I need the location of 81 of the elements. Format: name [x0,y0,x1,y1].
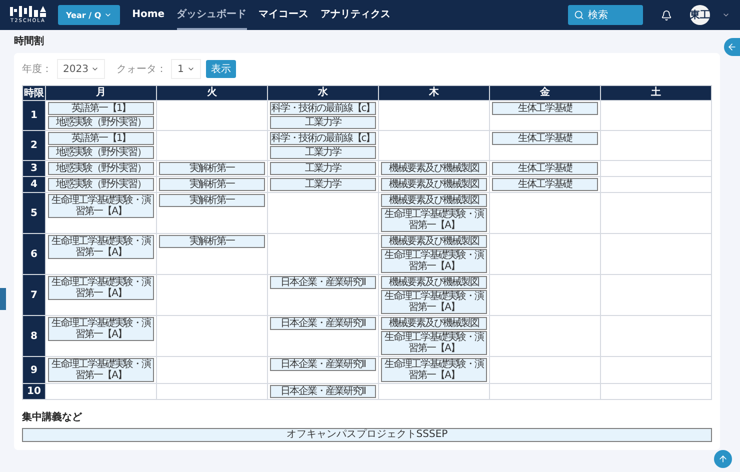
chevron-icon [91,65,100,73]
course-block[interactable]: 地惑実験（野外実習） [48,116,154,129]
course-block[interactable]: 機械要素及び機械製図 [381,235,487,248]
period-number: 5 [22,192,46,234]
course-block[interactable]: 生体工学基礎 [492,178,598,191]
year-select[interactable]: 2023 [57,59,106,79]
quarter-label: クォータ： [116,63,166,76]
course-block[interactable]: 生命理工学基礎実験・演習第一【A】 [381,290,487,314]
day-header: 火 [156,86,268,100]
course-block[interactable]: 日本企業・産業研究Ⅱ [270,276,376,289]
search-icon [574,10,584,20]
day-header: 土 [600,86,712,100]
collapse-panel-button[interactable] [724,38,740,56]
course-block[interactable]: 生命理工学基礎実験・演習第一【A】 [381,208,487,232]
course-block[interactable]: 日本企業・産業研究Ⅱ [270,385,376,398]
period-number: 1 [22,100,46,130]
period-number: 8 [22,316,46,356]
course-block[interactable]: 工業力学 [270,162,376,175]
user-avatar[interactable]: 東工 [690,5,710,25]
nav-link[interactable]: アナリティクス [320,0,391,30]
course-block[interactable]: 機械要素及び機械製図 [381,162,487,175]
period-number: 6 [22,234,46,274]
arrow-left-icon [727,42,737,52]
day-header: 金 [490,86,600,100]
course-block[interactable]: 生命理工学基礎実験・演習第一【A】 [48,194,154,218]
course-block[interactable]: 英語第一【1】 [48,132,154,145]
day-header: 木 [378,86,490,100]
course-block[interactable]: 英語第一【1】 [48,102,154,115]
course-block[interactable]: 実解析第一 [159,178,265,191]
day-header: 月 [46,86,156,100]
course-block[interactable]: 機械要素及び機械製図 [381,178,487,191]
course-block[interactable]: 実解析第一 [159,235,265,248]
arrow-up-icon [718,454,728,464]
course-block[interactable]: 生命理工学基礎実験・演習第一【A】 [48,235,154,259]
course-block[interactable]: オフキャンパスプロジェクトSSSEP [22,428,712,442]
chevron-icon [186,65,195,73]
period-number: 9 [22,356,46,384]
period-header: 時限 [22,86,46,100]
period-number: 4 [22,176,46,192]
course-block[interactable]: 生命理工学基礎実験・演習第一【A】 [381,249,487,273]
course-block[interactable]: 生命理工学基礎実験・演習第一【A】 [381,358,487,382]
nav-link[interactable]: Home [132,0,165,30]
course-block[interactable]: 生命理工学基礎実験・演習第一【A】 [48,317,154,341]
year-label: 年度： [22,62,52,76]
course-block[interactable]: 地惑実験（野外実習） [48,146,154,159]
chevron-icon[interactable] [722,11,730,19]
course-block[interactable]: 実解析第一 [159,162,265,175]
course-block[interactable]: 生命理工学基礎実験・演習第一【A】 [48,276,154,300]
section-title: 集中講義など [22,410,83,424]
course-block[interactable]: 機械要素及び機械製図 [381,194,487,207]
period-number: 3 [22,160,46,176]
nav-link[interactable]: マイコース [258,0,309,30]
course-block[interactable]: 日本企業・産業研究Ⅱ [270,317,376,330]
sidebar-handle[interactable] [0,288,6,310]
course-block[interactable]: 生命理工学基礎実験・演習第一【A】 [48,358,154,382]
chevron-icon [104,11,112,19]
course-block[interactable]: 実解析第一 [159,194,265,207]
course-block[interactable]: 生体工学基礎 [492,162,598,175]
course-block[interactable]: 機械要素及び機械製図 [381,317,487,330]
course-block[interactable]: 生体工学基礎 [492,132,598,145]
course-block[interactable]: 生体工学基礎 [492,102,598,115]
course-block[interactable]: 工業力学 [270,116,376,129]
course-block[interactable]: 地惑実験（野外実習） [48,178,154,191]
period-number: 10 [22,384,46,400]
page-title: 時間割 [14,34,45,48]
course-block[interactable]: 機械要素及び機械製図 [381,276,487,289]
course-block[interactable]: 生命理工学基礎実験・演習第一【A】 [381,331,487,355]
period-number: 7 [22,274,46,316]
day-header: 水 [268,86,378,100]
course-block[interactable]: 科学・技術の最前線【c】 [270,132,376,145]
course-block[interactable]: 科学・技術の最前線【c】 [270,102,376,115]
course-block[interactable]: 地惑実験（野外実習） [48,162,154,175]
period-number: 2 [22,130,46,160]
course-block[interactable]: 日本企業・産業研究Ⅱ [270,358,376,371]
scroll-top-button[interactable] [714,450,732,468]
notification-bell-icon[interactable] [661,10,672,20]
logo-icon [10,6,46,17]
quarter-select[interactable]: 1 [171,59,201,79]
course-block[interactable]: 工業力学 [270,178,376,191]
nav-link[interactable]: ダッシュボード [176,0,247,30]
course-block[interactable]: 工業力学 [270,146,376,159]
